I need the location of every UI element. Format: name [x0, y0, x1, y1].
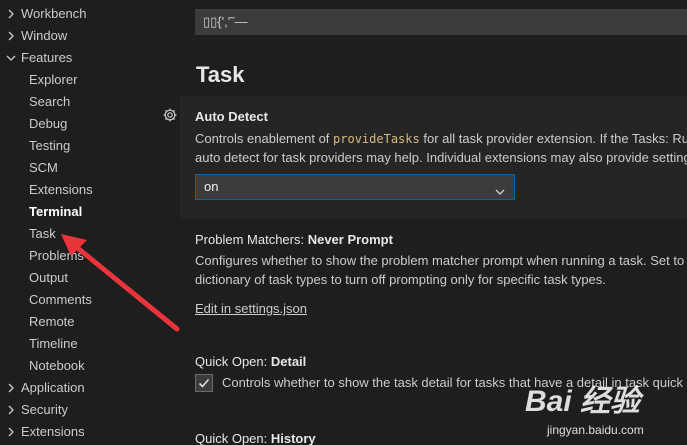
sidebar-item-task[interactable]: Task [29, 223, 56, 245]
sidebar-item-extensions[interactable]: Extensions [29, 179, 93, 201]
check-icon [198, 378, 210, 388]
setting-desc-problem-matchers-line2: dictionary of task types to turn off pro… [195, 272, 606, 287]
chevron-right-icon [5, 30, 17, 42]
settings-toc-sidebar: Workbench Window Features Explorer Search Deb… [0, 0, 180, 445]
chevron-down-icon [494, 182, 506, 195]
sidebar-item-label: SCM [29, 160, 58, 175]
setting-desc-auto-detect: Controls enablement of provideTasks for … [195, 131, 687, 146]
sidebar-item-remote[interactable]: Remote [29, 311, 75, 333]
sidebar-item-label: Problems [29, 248, 84, 263]
setting-desc-problem-matchers: Configures whether to show the problem m… [195, 253, 685, 268]
sidebar-item-workbench[interactable]: Workbench [8, 3, 87, 25]
sidebar-item-label: Extensions [21, 424, 85, 439]
setting-title-quick-open-detail: Quick Open: Detail [195, 354, 307, 369]
sidebar-item-label: Explorer [29, 72, 78, 87]
sidebar-item-label: Debug [29, 116, 68, 131]
gear-icon[interactable] [162, 107, 178, 123]
sidebar-item-label: Application [21, 380, 85, 395]
sidebar-item-explorer[interactable]: Explorer [29, 69, 77, 91]
setting-title-auto-detect: Auto Detect [195, 109, 268, 124]
sidebar-item-label: Workbench [21, 6, 87, 21]
chevron-right-icon [5, 426, 17, 438]
sidebar-item-comments[interactable]: Comments [29, 289, 92, 311]
auto-detect-select[interactable]: on [195, 174, 515, 200]
watermark-url: jingyan.baidu.com [547, 423, 644, 437]
sidebar-item-output[interactable]: Output [29, 267, 68, 289]
sidebar-item-features[interactable]: Features [6, 47, 73, 69]
sidebar-item-label: Features [21, 50, 73, 65]
sidebar-item-search[interactable]: Search [29, 91, 70, 113]
sidebar-item-extensions[interactable]: Extensions [8, 421, 85, 443]
sidebar-item-debug[interactable]: Debug [29, 113, 67, 135]
sidebar-item-label: Comments [29, 292, 92, 307]
settings-search-input[interactable]: ▯▯{','˜— [195, 9, 687, 35]
sidebar-item-label: Search [29, 94, 71, 109]
sidebar-item-label: Timeline [29, 336, 78, 351]
select-value: on [204, 179, 219, 194]
setting-title-quick-open-history: Quick Open: History [195, 431, 316, 445]
baidu-watermark: Bai 经验 jingyan.baidu.com [525, 384, 685, 444]
sidebar-item-label: Window [21, 28, 68, 43]
watermark-logo: Bai 经验 [525, 385, 641, 418]
sidebar-item-label: Testing [29, 138, 71, 153]
sidebar-item-label: Task [29, 226, 56, 241]
chevron-down-icon [5, 52, 17, 64]
sidebar-item-window[interactable]: Window [8, 25, 68, 47]
code-provide-tasks: provideTasks [333, 132, 420, 146]
sidebar-item-label: Security [21, 402, 68, 417]
sidebar-item-terminal[interactable]: Terminal [29, 201, 82, 223]
chevron-right-icon [5, 382, 17, 394]
sidebar-item-notebook[interactable]: Notebook [29, 355, 85, 377]
sidebar-item-application[interactable]: Application [8, 377, 85, 399]
edit-in-settings-json-link[interactable]: Edit in settings.json [195, 300, 307, 318]
setting-title-problem-matchers: Problem Matchers: Never Prompt [195, 232, 393, 247]
setting-desc-auto-detect-line2: auto detect for task providers may help.… [195, 150, 687, 165]
sidebar-item-label: Terminal [29, 204, 83, 219]
quick-open-detail-checkbox[interactable] [195, 374, 213, 392]
sidebar-item-security[interactable]: Security [8, 399, 68, 421]
sidebar-item-label: Remote [29, 314, 75, 329]
chevron-right-icon [5, 8, 17, 20]
sidebar-item-label: Notebook [29, 358, 85, 373]
sidebar-item-label: Extensions [29, 182, 93, 197]
sidebar-item-problems[interactable]: Problems [29, 245, 84, 267]
sidebar-item-testing[interactable]: Testing [29, 135, 70, 157]
sidebar-item-timeline[interactable]: Timeline [29, 333, 78, 355]
chevron-right-icon [5, 404, 17, 416]
section-title: Task [196, 62, 245, 87]
settings-editor: ▯▯{','˜— Task Auto Detect Controls enabl… [180, 0, 687, 445]
sidebar-item-label: Output [29, 270, 69, 285]
sidebar-item-scm[interactable]: SCM [29, 157, 58, 179]
